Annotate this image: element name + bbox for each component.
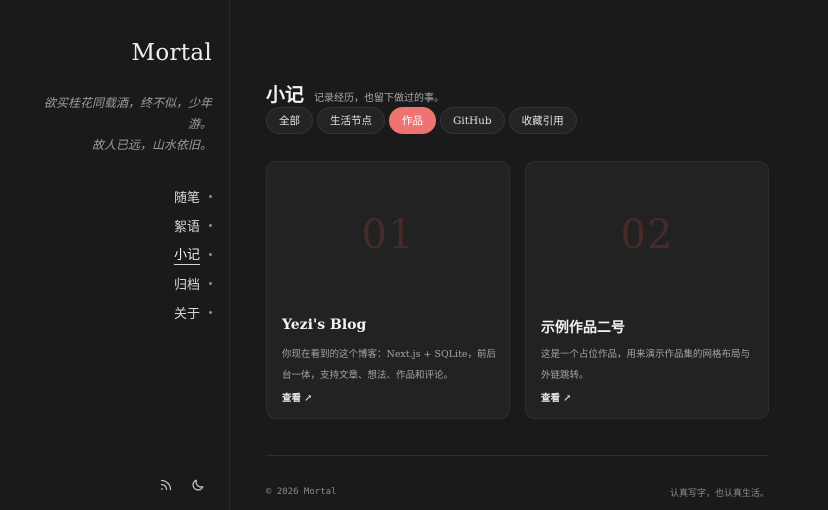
main-content: 小记 记录经历，也留下做过的事。 全部 生活节点 作品 GitHub 收藏引用 …	[266, 0, 769, 510]
page-title: 小记	[266, 84, 305, 106]
nav-item-journal[interactable]: 小记	[173, 240, 212, 269]
motto-line-2: 故人已远，山水依旧。	[91, 138, 212, 152]
moon-icon[interactable]	[191, 478, 205, 492]
nav-item-notes[interactable]: 随笔	[174, 182, 212, 211]
sidebar-nav: 随笔 絮语 小记 归档 关于	[173, 182, 212, 327]
nav-dot	[209, 311, 212, 314]
card-description: 你现在看到的这个博客：Next.js + SQLite，前后台一体，支持文章、想…	[282, 349, 497, 381]
nav-item-label: 絮语	[173, 219, 200, 235]
motto-line-1: 欲买桂花同载酒，终不似，少年游。	[43, 96, 212, 131]
card-number: 02	[620, 212, 674, 258]
nav-dot	[209, 224, 212, 227]
nav-item-archive[interactable]: 归档	[174, 269, 212, 298]
page-subtitle: 记录经历，也留下做过的事。	[314, 93, 445, 104]
filter-tabs: 全部 生活节点 作品 GitHub 收藏引用	[266, 107, 577, 134]
work-card[interactable]: 01 Yezi's Blog 你现在看到的这个博客：Next.js + SQLi…	[266, 161, 510, 419]
nav-dot	[209, 195, 212, 198]
site-title[interactable]: Mortal	[131, 40, 212, 66]
motto: 欲买桂花同载酒，终不似，少年游。 故人已远，山水依旧。	[42, 93, 212, 156]
sidebar-icons	[159, 478, 205, 492]
tab-bookmarks[interactable]: 收藏引用	[508, 107, 577, 134]
tab-life-milestones[interactable]: 生活节点	[317, 107, 385, 134]
sidebar: Mortal 欲买桂花同载酒，终不似，少年游。 故人已远，山水依旧。 随笔 絮语…	[0, 0, 230, 510]
tab-works[interactable]: 作品	[389, 107, 436, 134]
nav-item-about[interactable]: 关于	[174, 298, 212, 327]
card-view-link[interactable]: 查看 ↗	[282, 390, 312, 404]
tab-github[interactable]: GitHub	[440, 107, 505, 134]
page-heading: 小记 记录经历，也留下做过的事。	[266, 80, 444, 107]
card-title: 示例作品二号	[541, 320, 625, 336]
footer-tagline: 认真写字，也认真生活。	[669, 489, 769, 499]
rss-icon[interactable]	[159, 478, 173, 492]
works-grid: 01 Yezi's Blog 你现在看到的这个博客：Next.js + SQLi…	[266, 161, 769, 419]
nav-item-murmurs[interactable]: 絮语	[174, 211, 212, 240]
nav-dot	[209, 253, 212, 256]
footer-copyright: © 2026 Mortal	[266, 487, 337, 497]
card-title: Yezi's Blog	[282, 317, 367, 333]
footer-divider	[266, 455, 769, 456]
nav-item-label: 关于	[173, 306, 200, 322]
card-view-link[interactable]: 查看 ↗	[541, 390, 571, 404]
card-number: 01	[361, 212, 415, 258]
card-description: 这是一个占位作品，用来演示作品集的网格布局与外链跳转。	[541, 349, 751, 381]
work-card[interactable]: 02 示例作品二号 这是一个占位作品，用来演示作品集的网格布局与外链跳转。 查看…	[525, 161, 769, 419]
nav-item-label: 小记	[173, 244, 200, 265]
nav-item-label: 归档	[173, 277, 200, 293]
tab-all[interactable]: 全部	[266, 107, 313, 134]
nav-dot	[209, 282, 212, 285]
nav-item-label: 随笔	[173, 190, 200, 206]
